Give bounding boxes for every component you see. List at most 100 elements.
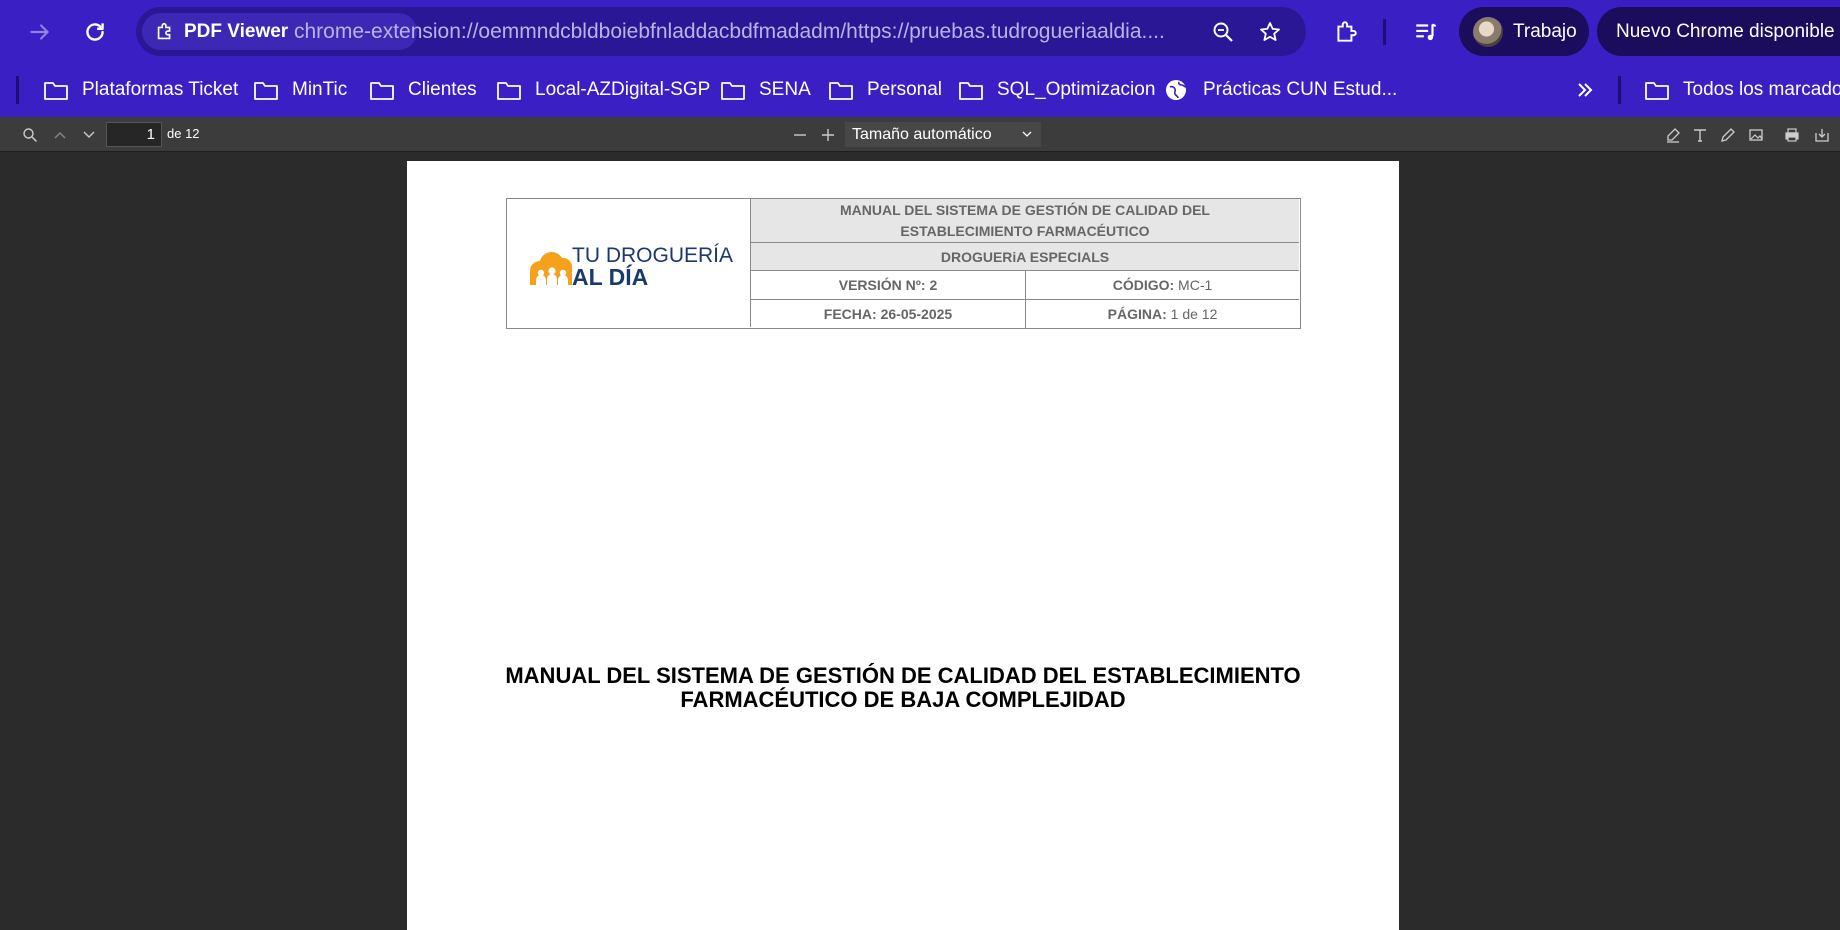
date-label: FECHA: — [823, 306, 877, 322]
bookmark-label: SQL_Optimizacion — [997, 79, 1156, 100]
minus-icon — [794, 134, 806, 136]
profile-button[interactable]: Trabajo — [1459, 7, 1589, 56]
bookmark-sena[interactable]: SENA — [720, 76, 811, 104]
bookmarks-divider — [1618, 76, 1621, 104]
zoom-button[interactable] — [1208, 17, 1238, 47]
next-page-button[interactable] — [79, 125, 99, 145]
bookmark-personal[interactable]: Personal — [828, 76, 942, 104]
bookmark-clientes[interactable]: Clientes — [369, 76, 477, 104]
tu-drogueria-al-dia-logo: TU DROGUERÍA AL DÍA — [529, 244, 733, 290]
extension-icon — [157, 22, 171, 39]
bookmark-plataformas-ticket[interactable]: Plataformas Ticket — [43, 76, 238, 104]
bookmark-label: MinTic — [292, 79, 348, 100]
bookmark-star-button[interactable] — [1255, 17, 1285, 47]
page-label: PÁGINA: — [1107, 306, 1167, 322]
folder-icon — [254, 82, 278, 100]
save-button[interactable] — [1812, 125, 1832, 145]
url-text[interactable]: chrome-extension://oemmndcbldboiebfnladd… — [294, 20, 1174, 44]
image-icon — [1749, 129, 1763, 141]
pdf-page: TU DROGUERÍA AL DÍA MANUAL DEL SISTEMA D… — [407, 161, 1399, 930]
puzzle-icon — [1337, 21, 1357, 42]
browser-toolbar: PDF Viewer chrome-extension://oemmndcbld… — [0, 0, 1840, 63]
address-bar[interactable]: PDF Viewer chrome-extension://oemmndcbld… — [136, 7, 1306, 56]
print-button[interactable] — [1782, 125, 1802, 145]
printer-icon — [1785, 128, 1799, 142]
date-cell: FECHA: 26-05-2025 — [751, 300, 1026, 328]
folder-icon — [497, 82, 521, 100]
chevron-down-icon — [1022, 131, 1032, 137]
page-value: 1 de 12 — [1170, 306, 1218, 322]
chevron-up-icon — [54, 132, 66, 139]
bookmark-label: Local-AZDigital-SGP — [535, 79, 711, 100]
reload-icon — [86, 23, 104, 41]
pdf-viewer[interactable]: TU DROGUERÍA AL DÍA MANUAL DEL SISTEMA D… — [0, 152, 1840, 930]
magnifier-icon — [1213, 22, 1233, 42]
folder-icon — [44, 82, 68, 100]
forward-button[interactable] — [20, 12, 60, 52]
bookmarks-bar: Plataformas Ticket MinTic Clientes Local… — [0, 63, 1840, 117]
double-chevron-icon — [1578, 83, 1593, 97]
folder-icon — [370, 82, 394, 100]
version-cell: VERSIÓN Nº: 2 — [751, 271, 1026, 300]
bookmark-mintic[interactable]: MinTic — [253, 76, 347, 104]
zoom-in-button[interactable] — [818, 125, 838, 145]
star-icon — [1260, 22, 1280, 41]
logo-cell: TU DROGUERÍA AL DÍA — [507, 199, 751, 327]
previous-page-button[interactable] — [50, 125, 70, 145]
plus-icon — [822, 129, 834, 141]
version-value: 2 — [929, 277, 938, 293]
bookmark-label: Clientes — [408, 79, 477, 100]
playlist-icon — [1416, 23, 1437, 41]
folder-icon — [959, 82, 983, 100]
pdf-search-button[interactable] — [20, 125, 40, 145]
code-value: MC-1 — [1178, 277, 1213, 293]
text-tool-button[interactable] — [1690, 125, 1710, 145]
bookmark-label: Personal — [867, 79, 942, 100]
bookmark-label: Prácticas CUN Estud... — [1203, 79, 1398, 100]
bookmark-label: Plataformas Ticket — [82, 79, 239, 100]
avatar — [1473, 16, 1503, 47]
header-subtitle-cell: DROGUERiA ESPECIALS — [751, 243, 1299, 271]
code-cell: CÓDIGO: MC-1 — [1026, 271, 1299, 300]
header-title: MANUAL DEL SISTEMA DE GESTIÓN DE CALIDAD… — [840, 201, 1210, 239]
bookmark-sql-optimizacion[interactable]: SQL_Optimizacion — [958, 76, 1155, 104]
draw-tool-button[interactable] — [1718, 125, 1738, 145]
document-header-table: TU DROGUERÍA AL DÍA MANUAL DEL SISTEMA D… — [506, 198, 1301, 329]
page-total: de 12 — [167, 126, 200, 141]
all-bookmarks-folder[interactable]: Todos los marcadores — [1644, 76, 1840, 104]
highlighter-icon — [1667, 128, 1680, 143]
bookmarks-overflow-button[interactable] — [1572, 76, 1598, 104]
svg-text:AL DÍA: AL DÍA — [572, 263, 648, 290]
date-value: 26-05-2025 — [880, 306, 953, 322]
reload-button[interactable] — [75, 12, 115, 52]
page-cell: PÁGINA: 1 de 12 — [1026, 300, 1299, 328]
header-subtitle: DROGUERiA ESPECIALS — [940, 248, 1110, 265]
zoom-out-button[interactable] — [790, 125, 810, 145]
search-icon — [23, 128, 38, 143]
document-main-title: MANUAL DEL SISTEMA DE GESTIÓN DE CALIDAD… — [407, 664, 1399, 712]
update-chrome-button[interactable]: Nuevo Chrome disponible — [1597, 7, 1840, 56]
highlight-tool-button[interactable] — [1663, 125, 1683, 145]
folder-icon — [1645, 82, 1669, 100]
zoom-select[interactable]: Tamaño automático — [845, 122, 1041, 147]
extensions-button[interactable] — [1328, 14, 1364, 50]
image-tool-button[interactable] — [1746, 125, 1766, 145]
page-number-input[interactable]: 1 — [106, 122, 162, 147]
arrow-right-icon — [30, 24, 50, 40]
bookmarks-divider — [16, 76, 19, 104]
zoom-select-value: Tamaño automático — [852, 126, 992, 143]
bookmark-practicas-cun[interactable]: Prácticas CUN Estud... — [1164, 76, 1397, 104]
bookmark-label: Todos los marcadores — [1683, 79, 1840, 100]
bookmark-label: SENA — [759, 79, 811, 100]
download-icon — [1815, 129, 1829, 142]
main-title-line1: MANUAL DEL SISTEMA DE GESTIÓN DE CALIDAD… — [505, 663, 1301, 688]
bookmark-local-azdigital-sgp[interactable]: Local-AZDigital-SGP — [496, 76, 710, 104]
pdf-toolbar: 1 de 12 Tamaño automático — [0, 117, 1840, 152]
folder-icon — [721, 82, 745, 100]
globe-icon — [1166, 80, 1187, 100]
text-icon — [1694, 129, 1706, 142]
chevron-down-icon — [83, 131, 95, 138]
media-controls-button[interactable] — [1408, 14, 1444, 50]
header-title-cell: MANUAL DEL SISTEMA DE GESTIÓN DE CALIDAD… — [751, 199, 1299, 243]
code-label: CÓDIGO: — [1112, 277, 1175, 293]
